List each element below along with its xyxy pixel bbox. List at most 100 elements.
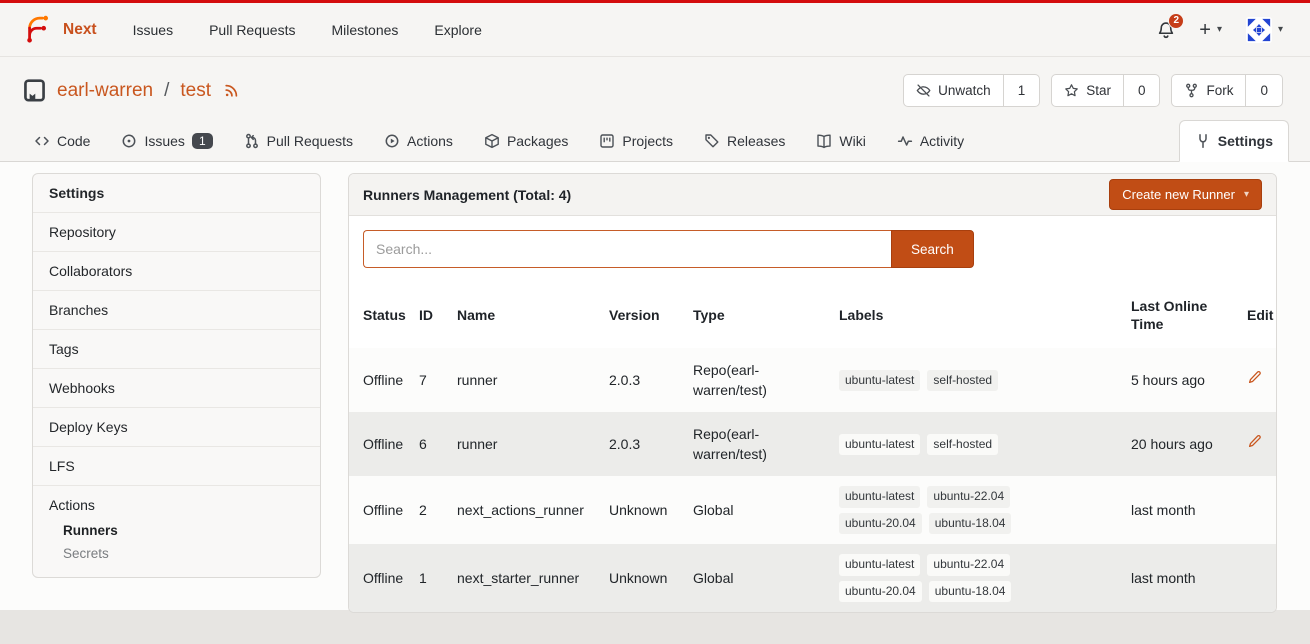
tab-issues[interactable]: Issues 1 xyxy=(119,120,214,161)
fork-button-group: Fork 0 xyxy=(1171,74,1283,107)
tab-label-projects: Projects xyxy=(622,133,673,149)
eye-slash-icon xyxy=(916,83,931,98)
fork-count[interactable]: 0 xyxy=(1245,75,1282,106)
create-menu-button[interactable]: + ▾ xyxy=(1199,20,1222,40)
tab-projects[interactable]: Projects xyxy=(597,120,675,161)
fork-button[interactable]: Fork xyxy=(1172,75,1245,106)
notification-count-badge: 2 xyxy=(1168,13,1184,29)
runner-label-badge: ubuntu-latest xyxy=(839,434,920,455)
runner-label-badge: ubuntu-20.04 xyxy=(839,513,922,534)
sidebar-item-deploy-keys[interactable]: Deploy Keys xyxy=(33,407,320,446)
runner-labels: ubuntu-latestself-hosted xyxy=(839,370,1051,391)
home-brand-link[interactable]: Next xyxy=(22,14,97,45)
runner-version: 2.0.3 xyxy=(601,348,685,412)
user-menu-button[interactable]: ▾ xyxy=(1246,17,1283,43)
brand-name: Next xyxy=(63,21,97,39)
tab-releases[interactable]: Releases xyxy=(702,120,787,161)
search-input[interactable] xyxy=(363,230,891,268)
star-label: Star xyxy=(1086,83,1111,98)
sidebar-item-lfs[interactable]: LFS xyxy=(33,446,320,485)
repo-header: earl-warren / test Unwatch 1 Star 0 Fork… xyxy=(0,57,1310,120)
runner-type: Repo(earl-warren/test) xyxy=(685,348,831,412)
runner-label-badge: ubuntu-latest xyxy=(839,486,920,507)
runner-type: Repo(earl-warren/test) xyxy=(685,412,831,476)
navbar-right: 2 + ▾ ▾ xyxy=(1157,17,1283,43)
runner-status: Offline xyxy=(349,544,411,612)
sidebar-section-actions: Actions RunnersSecrets xyxy=(33,485,320,577)
rss-icon[interactable] xyxy=(223,82,240,99)
runner-labels: ubuntu-latest ubuntu-22.04ubuntu-20.04 ubu… xyxy=(839,486,1051,534)
runner-label-badge: ubuntu-18.04 xyxy=(929,581,1012,602)
sidebar-item-repository[interactable]: Repository xyxy=(33,212,320,251)
sidebar-actions-subitems: RunnersSecrets xyxy=(49,513,304,569)
column-header-status: Status xyxy=(349,282,411,348)
pulse-icon xyxy=(897,133,913,149)
chevron-down-icon: ▾ xyxy=(1244,190,1249,200)
tab-label-pull-requests: Pull Requests xyxy=(267,133,353,149)
sidebar-item-collaborators[interactable]: Collaborators xyxy=(33,251,320,290)
table-row: Offline 1 next_starter_runner Unknown Gl… xyxy=(349,544,1277,612)
unwatch-button[interactable]: Unwatch xyxy=(904,75,1003,106)
runner-label-badge: ubuntu-latest xyxy=(839,370,920,391)
tab-activity[interactable]: Activity xyxy=(895,120,966,161)
tab-code[interactable]: Code xyxy=(32,120,92,161)
runner-label-badge: ubuntu-22.04 xyxy=(927,486,1010,507)
tab-label-actions: Actions xyxy=(407,133,453,149)
star-count[interactable]: 0 xyxy=(1123,75,1160,106)
nav-item-explore[interactable]: Explore xyxy=(434,22,481,38)
column-header-labels: Labels xyxy=(831,282,1123,348)
tab-actions[interactable]: Actions xyxy=(382,120,455,161)
package-icon xyxy=(484,133,500,149)
tab-label-code: Code xyxy=(57,133,90,149)
runner-labels: ubuntu-latestubuntu-22.04ubuntu-20.04ubu… xyxy=(839,554,1051,602)
edit-runner-button[interactable] xyxy=(1247,370,1262,385)
tab-label-issues: Issues xyxy=(144,133,184,149)
tab-packages[interactable]: Packages xyxy=(482,120,570,161)
column-header-edit: Edit xyxy=(1239,282,1277,348)
code-icon xyxy=(34,133,50,149)
tab-settings[interactable]: Settings xyxy=(1179,120,1289,162)
pull-request-icon xyxy=(244,133,260,149)
repo-title: earl-warren / test xyxy=(22,78,240,103)
plus-icon: + xyxy=(1199,20,1211,40)
tab-label-packages: Packages xyxy=(507,133,568,149)
star-button[interactable]: Star xyxy=(1052,75,1123,106)
sidebar-item-tags[interactable]: Tags xyxy=(33,329,320,368)
runner-type: Global xyxy=(685,476,831,544)
repo-name-link[interactable]: test xyxy=(180,80,211,102)
runner-id: 1 xyxy=(411,544,449,612)
table-row: Offline 6 runner 2.0.3 Repo(earl-warren/… xyxy=(349,412,1277,476)
sidebar-subitem-secrets[interactable]: Secrets xyxy=(63,542,304,565)
unwatch-button-group: Unwatch 1 xyxy=(903,74,1040,107)
runner-labels: ubuntu-latest self-hosted xyxy=(839,434,1051,455)
sidebar-item-branches[interactable]: Branches xyxy=(33,290,320,329)
runner-id: 7 xyxy=(411,348,449,412)
create-runner-button[interactable]: Create new Runner ▾ xyxy=(1109,179,1262,210)
nav-item-pull-requests[interactable]: Pull Requests xyxy=(209,22,295,38)
runner-name: next_starter_runner xyxy=(449,544,601,612)
tag-icon xyxy=(704,133,720,149)
runner-label-badge: ubuntu-18.04 xyxy=(929,513,1012,534)
unwatch-count[interactable]: 1 xyxy=(1003,75,1040,106)
runner-label-badge: ubuntu-20.04 xyxy=(839,581,922,602)
notifications-button[interactable]: 2 xyxy=(1157,21,1175,39)
sidebar-items: RepositoryCollaboratorsBranchesTagsWebho… xyxy=(33,212,320,485)
book-icon xyxy=(816,133,832,149)
edit-runner-button[interactable] xyxy=(1247,434,1262,449)
nav-item-milestones[interactable]: Milestones xyxy=(331,22,398,38)
tab-pull-requests[interactable]: Pull Requests xyxy=(242,120,355,161)
column-header-last-online-time: Last Online Time xyxy=(1123,282,1239,348)
tabbar: Code Issues 1 Pull Requests Actions Pack… xyxy=(0,120,1310,162)
search-button[interactable]: Search xyxy=(891,230,974,268)
table-body: Offline 7 runner 2.0.3 Repo(earl-warren/… xyxy=(349,348,1277,612)
sidebar-item-actions[interactable]: Actions xyxy=(49,497,304,513)
sidebar-subitem-runners[interactable]: Runners xyxy=(63,519,304,542)
repo-owner-link[interactable]: earl-warren xyxy=(57,80,153,102)
runner-label-badge: self-hosted xyxy=(927,434,998,455)
column-header-type: Type xyxy=(685,282,831,348)
tab-wiki[interactable]: Wiki xyxy=(814,120,867,161)
sidebar-item-webhooks[interactable]: Webhooks xyxy=(33,368,320,407)
avatar xyxy=(1246,17,1272,43)
tools-icon xyxy=(1195,133,1211,149)
nav-item-issues[interactable]: Issues xyxy=(133,22,173,38)
